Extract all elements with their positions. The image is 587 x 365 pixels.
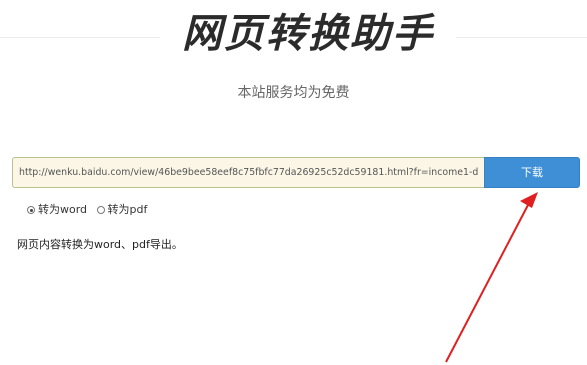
- download-button[interactable]: 下载: [484, 157, 580, 188]
- radio-pdf[interactable]: [96, 206, 105, 214]
- url-input[interactable]: [12, 157, 484, 188]
- option-word[interactable]: 转为word: [27, 203, 87, 217]
- format-options: 转为word 转为pdf: [27, 203, 153, 217]
- option-pdf-label: 转为pdf: [107, 203, 148, 216]
- page-subtitle: 本站服务均为免费: [237, 85, 350, 101]
- option-word-label: 转为word: [38, 203, 88, 216]
- page-description: 网页内容转换为word、pdf导出。: [17, 238, 183, 251]
- logo-container: 网页转换助手: [160, 6, 456, 66]
- radio-word[interactable]: [27, 206, 35, 214]
- option-pdf[interactable]: 转为pdf: [96, 203, 148, 217]
- app-logo-title: 网页转换助手: [182, 11, 434, 57]
